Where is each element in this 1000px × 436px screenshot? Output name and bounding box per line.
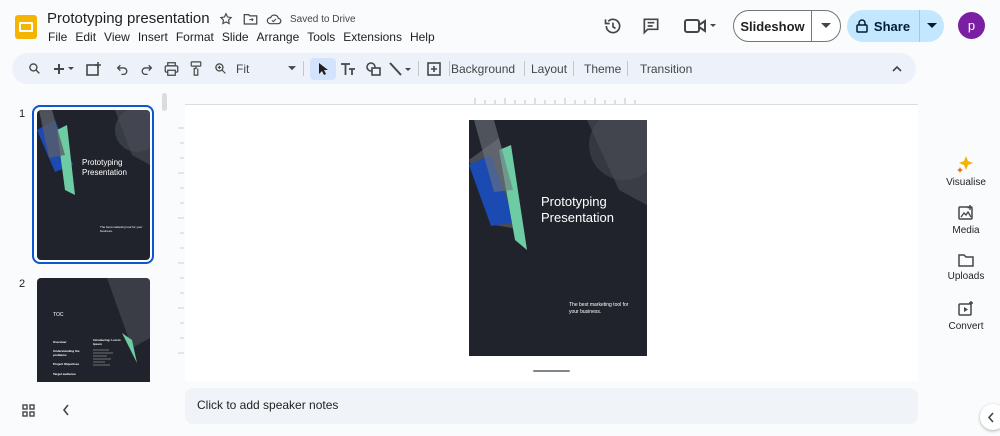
slide-2-item: Understanding the problems — [53, 349, 80, 357]
move-folder-icon[interactable] — [242, 11, 258, 27]
slide-2-item: Overview — [53, 340, 67, 344]
slideshow-button[interactable]: Slideshow — [733, 10, 841, 42]
cloud-saved-icon[interactable] — [266, 11, 282, 27]
meet-call-icon[interactable] — [683, 15, 719, 37]
menu-slide[interactable]: Slide — [218, 30, 253, 44]
slide-1-thumb-subtitle: The best marketing tool for your busines… — [100, 225, 143, 233]
document-title[interactable]: Prototyping presentation — [47, 10, 210, 27]
slideshow-dropdown-icon[interactable] — [812, 11, 840, 41]
visualise-label: Visualise — [946, 177, 986, 188]
menu-bar: File Edit View Insert Format Slide Arran… — [47, 30, 439, 44]
media-button[interactable]: Media — [938, 205, 994, 236]
undo-icon[interactable] — [114, 59, 130, 78]
zoom-icon[interactable] — [212, 59, 228, 78]
image-shape-icon[interactable] — [364, 59, 382, 78]
slide-2-list-lines — [93, 349, 113, 366]
media-label: Media — [952, 225, 980, 236]
select-cursor-icon[interactable] — [315, 59, 331, 78]
menu-insert[interactable]: Insert — [134, 30, 172, 44]
slide-number: 1 — [19, 108, 26, 120]
menu-format[interactable]: Format — [172, 30, 218, 44]
grid-view-icon[interactable] — [19, 402, 37, 418]
line-icon[interactable] — [388, 59, 412, 78]
toolbar-divider — [524, 61, 525, 76]
version-history-icon[interactable] — [602, 15, 624, 37]
uploads-button[interactable]: Uploads — [938, 253, 994, 282]
share-button[interactable]: Share — [847, 10, 944, 42]
slide-2-item: Project Objectives — [53, 362, 80, 366]
side-panel-toggle[interactable] — [980, 404, 1000, 430]
speaker-notes-placeholder: Click to add speaker notes — [197, 398, 339, 412]
toolbar: Fit Background Layout Theme Transition — [12, 53, 916, 84]
menu-edit[interactable]: Edit — [71, 30, 100, 44]
transition-button[interactable]: Transition — [640, 59, 692, 78]
chevron-left-icon — [987, 411, 994, 423]
convert-label: Convert — [948, 321, 984, 332]
zoom-select[interactable]: Fit — [236, 59, 296, 78]
menu-help[interactable]: Help — [406, 30, 439, 44]
sparkle-icon — [957, 156, 973, 173]
convert-button[interactable]: Convert — [938, 301, 994, 332]
uploads-label: Uploads — [947, 271, 985, 282]
convert-icon — [958, 301, 973, 316]
zoom-value: Fit — [236, 61, 250, 76]
toolbar-divider — [573, 61, 574, 76]
menu-arrange[interactable]: Arrange — [253, 30, 304, 44]
comments-icon[interactable] — [640, 15, 662, 37]
toolbar-divider — [303, 61, 304, 76]
background-button[interactable]: Background — [451, 59, 515, 78]
toolbar-divider — [627, 61, 628, 76]
avatar[interactable]: p — [958, 12, 985, 39]
zoom-dropdown-icon — [288, 66, 296, 71]
share-label: Share — [873, 18, 911, 34]
folder-icon — [958, 254, 974, 267]
theme-button[interactable]: Theme — [584, 59, 621, 78]
slide-subtitle[interactable]: The best marketing tool for your busines… — [569, 302, 639, 316]
slide-title[interactable]: Prototyping Presentation — [541, 194, 641, 226]
slide-graphic — [469, 120, 647, 250]
filmstrip-scrollbar[interactable] — [162, 93, 167, 111]
collapse-toolbar-icon[interactable] — [889, 59, 905, 78]
slide-2-heading: TOC — [53, 312, 64, 318]
slide-thumbnail-2[interactable]: TOC Overview Understanding the problems … — [37, 278, 150, 382]
slide-number: 2 — [19, 278, 26, 290]
insert-slide-icon[interactable] — [84, 59, 102, 78]
slide-thumbnail-1-content: Prototyping Presentation The best market… — [37, 110, 150, 260]
slideshow-label[interactable]: Slideshow — [734, 11, 812, 41]
slide-2-col2-title: Introducing: Lorem Ipsum — [93, 338, 121, 346]
collapse-filmstrip-icon[interactable] — [57, 402, 75, 418]
media-icon — [958, 205, 973, 220]
vertical-ruler[interactable] — [176, 108, 185, 378]
speaker-notes[interactable]: Click to add speaker notes — [185, 388, 918, 424]
slide-1-graphic — [37, 110, 150, 195]
slides-logo-icon[interactable] — [12, 13, 40, 41]
slide-2-item: Target audience — [53, 372, 76, 376]
text-box-icon[interactable] — [339, 59, 357, 78]
lock-icon — [856, 19, 868, 33]
redo-icon[interactable] — [138, 59, 154, 78]
visualise-button[interactable]: Visualise — [938, 155, 994, 188]
toolbar-divider — [449, 61, 450, 76]
menu-file[interactable]: File — [47, 30, 71, 44]
print-icon[interactable] — [162, 59, 180, 78]
menu-tools[interactable]: Tools — [303, 30, 339, 44]
menu-extensions[interactable]: Extensions — [339, 30, 406, 44]
share-dropdown-icon[interactable] — [920, 10, 944, 42]
slide-1-thumb-title: Prototyping Presentation — [82, 158, 127, 177]
search-menus-icon[interactable] — [26, 59, 42, 78]
insert-comment-icon[interactable] — [425, 59, 443, 78]
horizontal-ruler[interactable] — [185, 94, 918, 105]
star-icon[interactable] — [218, 11, 234, 27]
current-slide[interactable]: Prototyping Presentation The best market… — [469, 120, 647, 356]
toolbar-divider — [418, 61, 419, 76]
menu-view[interactable]: View — [100, 30, 134, 44]
save-status: Saved to Drive — [290, 13, 356, 25]
layout-button[interactable]: Layout — [531, 59, 567, 78]
canvas-resize-handle[interactable] — [533, 370, 570, 372]
new-slide-icon[interactable] — [52, 59, 76, 78]
paint-format-icon[interactable] — [188, 59, 204, 78]
share-button-main[interactable]: Share — [847, 10, 920, 42]
